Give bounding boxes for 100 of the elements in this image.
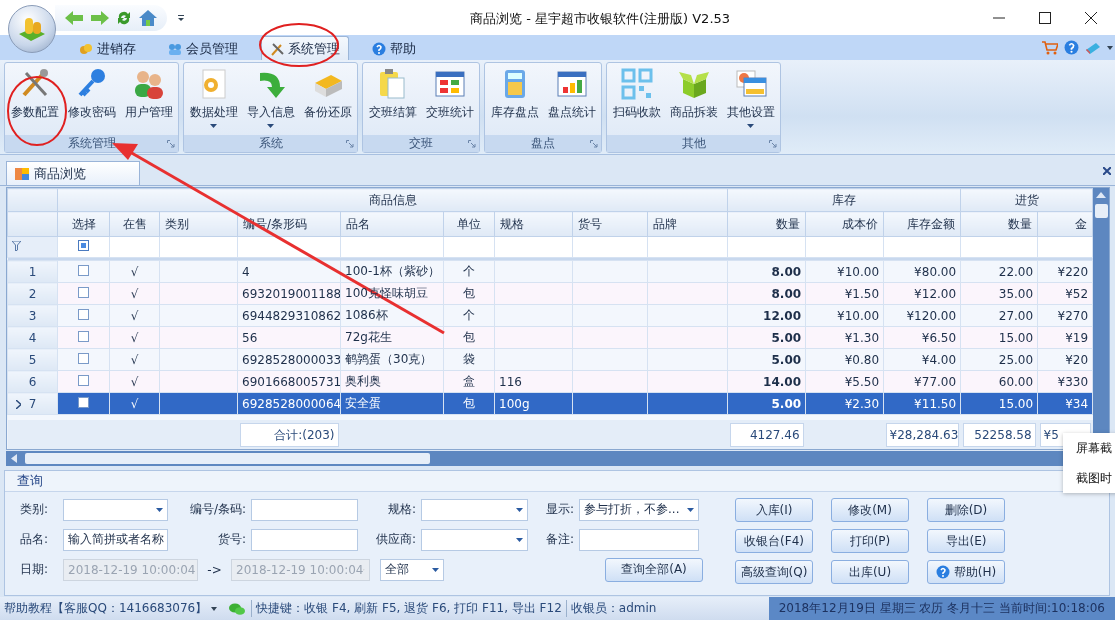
row-number: 1 bbox=[28, 264, 37, 279]
table-cell: ¥10.00 bbox=[837, 308, 880, 323]
close-icon[interactable] bbox=[1103, 167, 1111, 175]
table-cell: 35.00 bbox=[998, 286, 1034, 301]
field-label: 供应商: bbox=[375, 532, 416, 546]
caret-icon[interactable] bbox=[177, 13, 185, 22]
ribbon-button[interactable]: 库存盘点 bbox=[486, 63, 543, 135]
column-header[interactable]: 品名 bbox=[340, 211, 444, 237]
dropdown-field[interactable]: 参与打折，不参... bbox=[579, 498, 699, 521]
checkbox[interactable] bbox=[78, 374, 89, 386]
dialog-launcher-icon[interactable] bbox=[769, 140, 777, 148]
help-icon bbox=[935, 565, 950, 579]
table-cell: 包 bbox=[463, 330, 475, 344]
ribbon-button[interactable]: 修改密码 bbox=[63, 63, 120, 135]
help-link[interactable]: 帮助教程【客服QQ：1416683076】 bbox=[0, 600, 212, 617]
back-icon[interactable] bbox=[65, 10, 83, 25]
qr-code-icon bbox=[619, 67, 654, 101]
table-cell: 12.00 bbox=[763, 308, 802, 323]
action-button[interactable]: 删除(D) bbox=[927, 498, 1005, 522]
dropdown-field[interactable] bbox=[421, 498, 528, 521]
dialog-launcher-icon[interactable] bbox=[590, 140, 598, 148]
column-header[interactable]: 规格 bbox=[494, 211, 573, 237]
ribbon-button[interactable]: 交班统计 bbox=[421, 63, 478, 135]
checkbox[interactable] bbox=[78, 264, 89, 276]
scroll-thumb[interactable] bbox=[1094, 204, 1108, 218]
close-icon[interactable] bbox=[1085, 11, 1097, 24]
checkbox[interactable] bbox=[78, 396, 89, 408]
ribbon-button[interactable]: 导入信息 bbox=[242, 63, 299, 135]
table-row[interactable]: 4 √ 56 72g花生 包 5.00 ¥1.30 ¥6.50 15.00 ¥19 bbox=[7, 326, 1093, 349]
menu-item[interactable]: 截图时 bbox=[1076, 469, 1115, 487]
action-button[interactable]: 入库(I) bbox=[735, 498, 813, 522]
dropdown-field[interactable]: 全部 bbox=[380, 558, 444, 581]
checkbox[interactable] bbox=[78, 330, 89, 342]
action-button[interactable]: 出库(U) bbox=[831, 560, 909, 584]
scroll-up-icon[interactable] bbox=[1096, 192, 1107, 198]
maximize-icon[interactable] bbox=[1039, 11, 1051, 24]
dropdown-field[interactable] bbox=[421, 528, 528, 551]
caret-icon[interactable] bbox=[211, 606, 218, 611]
table-row[interactable]: 5 √ 6928528000033 鹌鹑蛋（30克） 袋 5.00 ¥0.80 ¥4.00 25.00 ¥20 bbox=[7, 348, 1093, 371]
ribbon-button[interactable]: 备份还原 bbox=[299, 63, 356, 135]
action-button[interactable]: 收银台(F4) bbox=[735, 529, 813, 553]
checkbox[interactable] bbox=[78, 286, 89, 298]
ribbon-tab[interactable]: 会员管理 bbox=[159, 36, 247, 60]
row-number: 7 bbox=[28, 396, 37, 411]
table-row[interactable]: 1 √ 4 100-1杯（紫砂） 个 8.00 ¥10.00 ¥80.00 22.00 ¥220 bbox=[7, 260, 1093, 283]
table-row[interactable]: 6 √ 6901668005731 奥利奥 盒 116 14.00 ¥5.50 ¥77.00 60.00 ¥330 bbox=[7, 370, 1093, 393]
scroll-left-icon[interactable] bbox=[11, 454, 17, 463]
select-all-checkbox[interactable] bbox=[78, 240, 89, 251]
action-button[interactable]: 高级查询(Q) bbox=[735, 560, 813, 584]
help-icon[interactable] bbox=[1064, 40, 1079, 55]
input-field[interactable] bbox=[251, 498, 358, 521]
table-cell: ¥5.50 bbox=[844, 374, 880, 389]
ribbon-tab[interactable]: 帮助 bbox=[363, 36, 425, 60]
table-cell: 5.00 bbox=[771, 352, 802, 367]
cashier-label: 收银员：admin bbox=[565, 600, 661, 617]
search-all-button[interactable]: 查询全部(A) bbox=[605, 557, 703, 582]
ribbon-button[interactable]: 交班结算 bbox=[364, 63, 421, 135]
document-tab[interactable]: 商品浏览 bbox=[6, 161, 140, 185]
group-title: 其他 bbox=[681, 135, 706, 152]
ribbon-button[interactable]: 用户管理 bbox=[120, 63, 177, 135]
scroll-thumb[interactable] bbox=[25, 453, 430, 464]
home-icon[interactable] bbox=[139, 9, 157, 26]
dropdown-field[interactable] bbox=[63, 498, 168, 521]
ribbon-tab[interactable]: 进销存 bbox=[70, 36, 145, 60]
row-number: 2 bbox=[28, 286, 37, 301]
action-button[interactable]: 修改(M) bbox=[831, 498, 909, 522]
action-button[interactable]: 打印(P) bbox=[831, 529, 909, 553]
input-field[interactable] bbox=[251, 528, 358, 551]
cart-icon[interactable] bbox=[1042, 40, 1058, 55]
chat-icon[interactable] bbox=[229, 602, 246, 615]
action-button[interactable]: 导出(E) bbox=[927, 529, 1005, 553]
ribbon-button[interactable]: 数据处理 bbox=[185, 63, 242, 135]
refresh-icon[interactable] bbox=[117, 9, 131, 26]
input-field[interactable]: 输入简拼或者名称 bbox=[63, 528, 168, 551]
group-title: 盘点 bbox=[531, 135, 555, 152]
users-icon bbox=[168, 41, 182, 56]
caret-icon[interactable] bbox=[1107, 45, 1113, 50]
table-cell: 安全蛋 bbox=[345, 396, 381, 410]
dialog-launcher-icon[interactable] bbox=[346, 140, 354, 148]
ribbon-button[interactable]: 商品拆装 bbox=[665, 63, 722, 135]
input-field[interactable] bbox=[579, 528, 699, 551]
column-header[interactable]: 数量 bbox=[727, 211, 806, 237]
column-header[interactable]: 品牌 bbox=[647, 211, 728, 237]
table-row[interactable]: 3 √ 6944829310862 1086杯 个 12.00 ¥10.00 ¥120.00 27.00 ¥270 bbox=[7, 304, 1093, 327]
checkbox[interactable] bbox=[78, 308, 89, 320]
table-cell: √ bbox=[130, 286, 139, 301]
ribbon-button[interactable]: 扫码收款 bbox=[608, 63, 665, 135]
dialog-launcher-icon[interactable] bbox=[167, 140, 175, 148]
action-button[interactable]: 帮助(H) bbox=[927, 560, 1005, 584]
palette-icon[interactable] bbox=[1085, 40, 1101, 55]
dialog-launcher-icon[interactable] bbox=[468, 140, 476, 148]
forward-icon[interactable] bbox=[91, 10, 109, 25]
column-header[interactable]: 成本价 bbox=[805, 211, 884, 237]
checkbox[interactable] bbox=[78, 352, 89, 364]
caret-icon bbox=[516, 507, 523, 512]
filter-icon[interactable] bbox=[12, 241, 21, 251]
ribbon-button[interactable]: 盘点统计 bbox=[543, 63, 600, 135]
ribbon-button[interactable]: 参数配置 bbox=[6, 63, 63, 135]
table-cell: 15.00 bbox=[998, 396, 1034, 411]
ribbon-button[interactable]: 其他设置 bbox=[722, 63, 779, 135]
